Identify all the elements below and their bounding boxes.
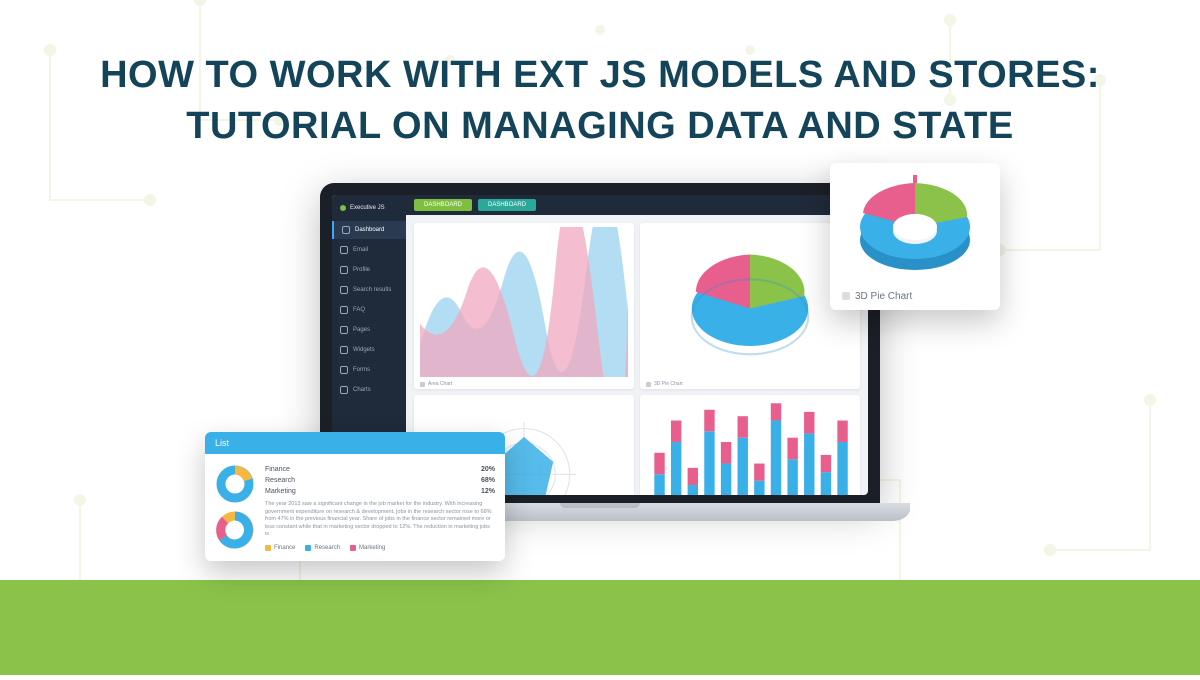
list-row: Finance20% bbox=[265, 464, 495, 475]
sidebar-item-pages[interactable]: Pages bbox=[332, 321, 406, 339]
swatch-icon bbox=[350, 545, 356, 551]
legend-item: Research bbox=[305, 545, 340, 551]
list-paragraph: The year 2013 saw a significant change i… bbox=[265, 501, 495, 538]
tab-dashboard-2[interactable]: DASHBOARD bbox=[478, 199, 536, 211]
sidebar-item-faq[interactable]: FAQ bbox=[332, 301, 406, 319]
topbar: DASHBOARD DASHBOARD bbox=[406, 195, 868, 215]
headline-line-1: HOW TO WORK WITH EXT JS MODELS AND STORE… bbox=[100, 54, 1100, 96]
donut-column bbox=[215, 464, 255, 550]
mail-icon bbox=[340, 246, 348, 254]
logo-dot-icon bbox=[340, 205, 346, 211]
panel-area-chart: Area Chart bbox=[414, 223, 634, 390]
pie-3d-icon bbox=[845, 175, 985, 285]
panel-stacked-bar: Stacked Bar Chart bbox=[640, 395, 860, 494]
search-icon bbox=[340, 286, 348, 294]
list-card-body: Finance20% Research68% Marketing12% The … bbox=[205, 454, 505, 560]
sidebar-item-search[interactable]: Search results bbox=[332, 281, 406, 299]
floating-list-card: List Finance20% Research68% bbox=[205, 432, 505, 560]
footer-band bbox=[0, 580, 1200, 675]
panel-3d-pie: 3D Pie Chart bbox=[640, 223, 860, 390]
sidebar-item-label: FAQ bbox=[353, 307, 365, 313]
legend-item: Finance bbox=[265, 545, 295, 551]
list-meta: Finance20% Research68% Marketing12% The … bbox=[265, 464, 495, 550]
sidebar-item-label: Search results bbox=[353, 287, 391, 293]
laptop-mockup: Executive JS Dashboard Email Profile Sea… bbox=[320, 183, 880, 521]
floating-pie-card: 3D Pie Chart bbox=[830, 163, 1000, 310]
user-icon bbox=[340, 266, 348, 274]
question-icon bbox=[340, 306, 348, 314]
swatch-icon bbox=[305, 545, 311, 551]
donut-research-icon bbox=[215, 510, 255, 550]
legend-item: Marketing bbox=[350, 545, 385, 551]
sidebar-item-label: Email bbox=[353, 247, 368, 253]
sidebar-item-profile[interactable]: Profile bbox=[332, 261, 406, 279]
sidebar-item-email[interactable]: Email bbox=[332, 241, 406, 259]
sidebar-item-label: Profile bbox=[353, 267, 370, 273]
donut-finance-icon bbox=[215, 464, 255, 504]
app-title: Executive JS bbox=[332, 201, 406, 219]
chart-icon bbox=[340, 386, 348, 394]
grid-icon bbox=[342, 226, 350, 234]
panel-label: 3D Pie Chart bbox=[646, 381, 683, 387]
sidebar-item-forms[interactable]: Forms bbox=[332, 361, 406, 379]
illustration-stage: Executive JS Dashboard Email Profile Sea… bbox=[0, 183, 1200, 521]
sidebar-item-dashboard[interactable]: Dashboard bbox=[332, 221, 406, 239]
list-card-header: List bbox=[205, 432, 505, 454]
sidebar-item-charts[interactable]: Charts bbox=[332, 381, 406, 399]
pie-card-caption: 3D Pie Chart bbox=[842, 291, 988, 302]
sidebar-item-label: Dashboard bbox=[355, 227, 384, 233]
list-row: Marketing12% bbox=[265, 486, 495, 497]
sidebar-item-label: Pages bbox=[353, 327, 370, 333]
file-icon bbox=[340, 326, 348, 334]
sidebar-item-widgets[interactable]: Widgets bbox=[332, 341, 406, 359]
form-icon bbox=[340, 366, 348, 374]
page-headline: HOW TO WORK WITH EXT JS MODELS AND STORE… bbox=[0, 0, 1200, 173]
swatch-icon bbox=[265, 545, 271, 551]
list-legend: Finance Research Marketing bbox=[265, 545, 495, 551]
app-title-text: Executive JS bbox=[350, 205, 385, 211]
list-row: Research68% bbox=[265, 475, 495, 486]
sidebar-item-label: Forms bbox=[353, 367, 370, 373]
headline-line-2: TUTORIAL ON MANAGING DATA AND STATE bbox=[186, 105, 1013, 147]
widget-icon bbox=[340, 346, 348, 354]
panel-label: Area Chart bbox=[420, 381, 452, 387]
sidebar-item-label: Widgets bbox=[353, 347, 375, 353]
tab-dashboard-1[interactable]: DASHBOARD bbox=[414, 199, 472, 211]
sidebar-item-label: Charts bbox=[353, 387, 371, 393]
